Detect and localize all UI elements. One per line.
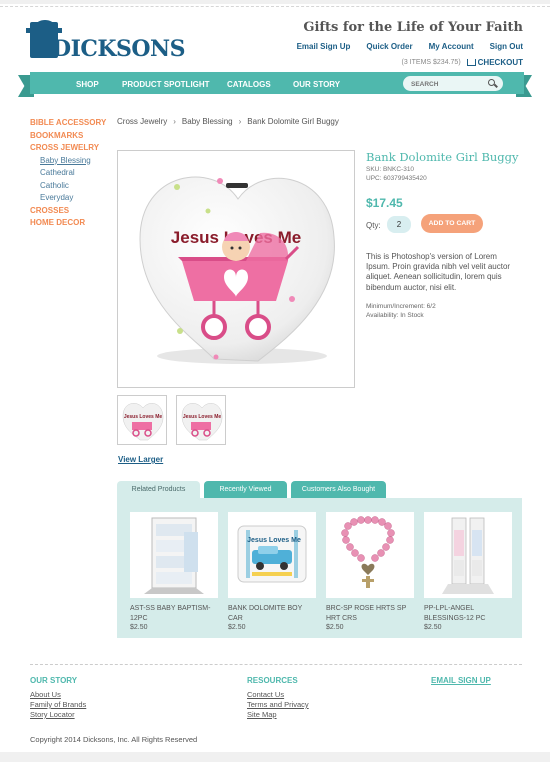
- related-product-name[interactable]: AST-SS BABY BAPTISM-12PC: [130, 604, 218, 623]
- minimum-increment: Minimum/Increment: 6/2: [366, 303, 436, 310]
- footer-link-story-locator[interactable]: Story Locator: [30, 710, 75, 719]
- related-product-image[interactable]: [424, 512, 512, 598]
- nav-catalogs[interactable]: CATALOGS: [227, 80, 271, 89]
- related-product-name[interactable]: BRC-SP ROSE HRTS SP HRT CRS: [326, 604, 414, 623]
- breadcrumb-current: Bank Dolomite Girl Buggy: [247, 117, 339, 126]
- search-box: [403, 76, 503, 91]
- related-product-image[interactable]: Jesus Loves Me: [228, 512, 316, 598]
- availability: Availability: In Stock: [366, 312, 424, 319]
- footer-link-site-map[interactable]: Site Map: [247, 710, 277, 719]
- email-signup-link[interactable]: Email Sign Up: [297, 42, 351, 51]
- add-to-cart-button[interactable]: ADD TO CART: [421, 214, 483, 233]
- related-product-price: $2.50: [326, 624, 344, 631]
- related-product-name[interactable]: BANK DOLOMITE BOY CAR: [228, 604, 316, 623]
- breadcrumb: Cross Jewelry › Baby Blessing › Bank Dol…: [117, 117, 339, 126]
- footer-resources-heading: RESOURCES: [247, 676, 298, 685]
- product-main-image[interactable]: Jesus Loves Me: [117, 150, 355, 388]
- related-product-price: $2.50: [424, 624, 442, 631]
- product-price: $17.45: [366, 196, 403, 210]
- product-thumbnail-1[interactable]: Jesus Loves Me: [117, 395, 167, 445]
- nav-product-spotlight[interactable]: PRODUCT SPOTLIGHT: [122, 80, 210, 89]
- logo-text: DICKSONS: [52, 36, 186, 62]
- search-input[interactable]: [411, 79, 481, 89]
- tab-customers-also-bought[interactable]: Customers Also Bought: [291, 481, 386, 498]
- tab-related-products[interactable]: Related Products: [117, 481, 200, 498]
- quick-order-link[interactable]: Quick Order: [366, 42, 412, 51]
- top-border: [0, 0, 550, 7]
- sidebar-item-catholic[interactable]: Catholic: [30, 180, 110, 193]
- breadcrumb-baby-blessing[interactable]: Baby Blessing: [182, 117, 233, 126]
- related-product-card[interactable]: PP-LPL-ANGEL BLESSINGS-12 PC $2.50: [424, 512, 512, 631]
- sign-out-link[interactable]: Sign Out: [490, 42, 523, 51]
- breadcrumb-cross-jewelry[interactable]: Cross Jewelry: [117, 117, 167, 126]
- tagline: Gifts for the Life of Your Faith: [303, 20, 523, 35]
- sidebar-item-bookmarks[interactable]: BOOKMARKS: [30, 130, 110, 143]
- footer-link-terms-privacy[interactable]: Terms and Privacy: [247, 700, 309, 709]
- chevron-right-icon: ›: [173, 117, 176, 126]
- svg-text:Jesus Loves Me: Jesus Loves Me: [183, 414, 222, 420]
- footer-email-signup-link[interactable]: EMAIL SIGN UP: [431, 676, 491, 685]
- related-product-image[interactable]: [130, 512, 218, 598]
- view-larger-link[interactable]: View Larger: [118, 455, 163, 464]
- checkout-link[interactable]: CHECKOUT: [466, 58, 523, 67]
- checkout-label: CHECKOUT: [477, 58, 523, 67]
- cart-summary: (3 ITEMS $234.75) CHECKOUT: [402, 58, 523, 67]
- related-product-card[interactable]: BRC-SP ROSE HRTS SP HRT CRS $2.50: [326, 512, 414, 631]
- bottom-border: [0, 752, 550, 762]
- footer-divider: [30, 664, 522, 665]
- sidebar-item-baby-blessing[interactable]: Baby Blessing: [30, 155, 110, 168]
- product-title: Bank Dolomite Girl Buggy: [366, 150, 519, 164]
- nav-shop[interactable]: SHOP: [76, 80, 99, 89]
- shopping-cart-icon: [466, 59, 476, 66]
- footer-our-story-heading: OUR STORY: [30, 676, 78, 685]
- footer-link-contact-us[interactable]: Contact Us: [247, 690, 284, 699]
- sidebar-item-cross-jewelry[interactable]: CROSS JEWELRY: [30, 142, 110, 155]
- quantity-label: Qty:: [366, 221, 381, 230]
- related-product-card[interactable]: AST-SS BABY BAPTISM-12PC $2.50: [130, 512, 218, 631]
- related-product-card[interactable]: Jesus Loves Me BANK DOLOMITE BOY CAR $2.…: [228, 512, 316, 631]
- sidebar-item-home-decor[interactable]: HOME DECOR: [30, 217, 110, 230]
- chevron-right-icon: ›: [238, 117, 242, 126]
- related-product-price: $2.50: [228, 624, 246, 631]
- footer-link-about-us[interactable]: About Us: [30, 690, 61, 699]
- related-product-image[interactable]: [326, 512, 414, 598]
- sidebar-item-bible-accessory[interactable]: BIBLE ACCESSORY: [30, 117, 110, 130]
- dicksons-logo[interactable]: DICKSONS: [26, 18, 186, 66]
- quantity-input[interactable]: [387, 216, 411, 233]
- footer-link-family-of-brands[interactable]: Family of Brands: [30, 700, 86, 709]
- svg-text:Jesus Loves Me: Jesus Loves Me: [247, 537, 301, 544]
- product-upc: UPC: 603799435420: [366, 175, 427, 182]
- product-sku: SKU: BNKC-310: [366, 166, 415, 173]
- search-icon[interactable]: [488, 79, 495, 86]
- product-thumbnail-2[interactable]: Jesus Loves Me: [176, 395, 226, 445]
- category-sidebar: BIBLE ACCESSORY BOOKMARKS CROSS JEWELRY …: [30, 117, 110, 230]
- related-product-name[interactable]: PP-LPL-ANGEL BLESSINGS-12 PC: [424, 604, 512, 623]
- nav-our-story[interactable]: OUR STORY: [293, 80, 340, 89]
- tab-recently-viewed[interactable]: Recently Viewed: [204, 481, 287, 498]
- product-description: This is Photoshop's version of Lorem Ips…: [366, 252, 511, 292]
- sidebar-item-crosses[interactable]: CROSSES: [30, 205, 110, 218]
- sidebar-item-cathedral[interactable]: Cathedral: [30, 167, 110, 180]
- related-product-price: $2.50: [130, 624, 148, 631]
- top-links: Email Sign Up Quick Order My Account Sig…: [297, 42, 523, 51]
- copyright: Copyright 2014 Dicksons, Inc. All Rights…: [30, 735, 198, 744]
- cart-items-count: (3 ITEMS $234.75): [401, 59, 461, 66]
- sidebar-item-everyday[interactable]: Everyday: [30, 192, 110, 205]
- my-account-link[interactable]: My Account: [429, 42, 474, 51]
- svg-text:Jesus Loves Me: Jesus Loves Me: [124, 414, 163, 420]
